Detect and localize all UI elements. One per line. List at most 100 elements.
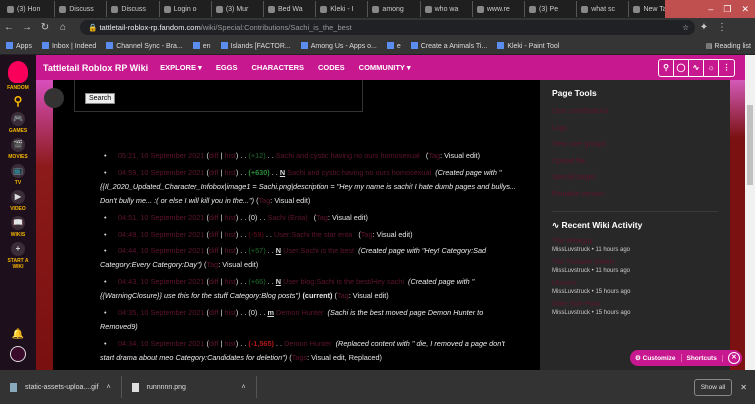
browser-tab[interactable]: (3) Hon [3, 1, 56, 17]
hist-link[interactable]: hist [224, 308, 235, 317]
search-icon[interactable]: ⚲ [659, 59, 674, 76]
timestamp-link[interactable]: 04:59, 10 September 2021 [118, 168, 204, 177]
hist-link[interactable]: hist [224, 213, 235, 222]
menu-icon[interactable]: ⋮ [713, 22, 731, 33]
home-icon[interactable]: ⌂ [54, 22, 72, 33]
shortcuts-button[interactable]: Shortcuts [682, 354, 723, 362]
page-tool-link[interactable]: Logs [552, 121, 718, 138]
bookmark[interactable]: Islands [FACTOR... [220, 41, 291, 50]
page-link[interactable]: Sachi (Enta) [267, 213, 307, 222]
page-link[interactable]: Sachi and cystic having no ours homosexu… [276, 151, 420, 160]
rail-item[interactable]: ▶ VIDEO [3, 190, 33, 212]
close-window-icon[interactable]: ✕ [741, 4, 749, 15]
scrollbar-thumb[interactable] [747, 105, 753, 185]
hist-link[interactable]: hist [224, 230, 235, 239]
page-link[interactable]: User blog:Sachi is the best/Hey sachi [283, 277, 404, 286]
hist-link[interactable]: hist [224, 277, 235, 286]
diff-link[interactable]: diff [209, 246, 219, 255]
customize-button[interactable]: ⚙ Customize [630, 354, 682, 362]
summary-link[interactable]: Demon Hunter [428, 308, 475, 317]
tag-link[interactable]: Tag [206, 260, 218, 269]
download-item[interactable]: static-assets-uploa....gif ˄ [0, 376, 122, 398]
bookmark[interactable]: Create a Animals Ti... [410, 41, 487, 50]
tag-link[interactable]: Tag [428, 151, 440, 160]
bookmark[interactable]: e [386, 41, 401, 50]
tag-link[interactable]: Tag [337, 291, 349, 300]
tag-link[interactable]: Tag [259, 196, 271, 205]
header-nav-item[interactable]: EXPLORE ▾ [160, 63, 202, 72]
browser-tab[interactable]: who wa [421, 1, 473, 17]
bookmark[interactable]: Among Us - Apps o... [300, 41, 377, 50]
activity-icon[interactable]: ∿ [689, 59, 704, 76]
reading-list[interactable]: ▤ Reading list [706, 42, 751, 50]
header-nav-item[interactable]: CODES [318, 63, 345, 72]
rail-item[interactable]: 🎬 MOVIES [3, 138, 33, 160]
browser-tab[interactable]: Kleki - I [316, 1, 369, 17]
page-tool-link[interactable]: View user groups [552, 137, 718, 154]
theme-toggle-icon[interactable]: ☼ [704, 59, 719, 76]
page-tool-link[interactable]: Special pages [552, 170, 718, 187]
browser-tab[interactable]: among [368, 1, 421, 17]
reload-icon[interactable]: ↻ [36, 22, 54, 33]
activity-page-link[interactable]: The Trickster (Otter) [552, 258, 718, 268]
header-nav-item[interactable]: COMMUNITY ▾ [359, 63, 411, 72]
bookmark[interactable]: en [192, 41, 211, 50]
diff-link[interactable]: diff [209, 168, 219, 177]
summary-link[interactable]: Category:Candidates for deletion [175, 353, 282, 362]
page-link[interactable]: Sachi and cystic having no ours homosexu… [287, 168, 431, 177]
browser-tab[interactable]: what sc [577, 1, 630, 17]
summary-link[interactable]: Category:Blog posts [230, 291, 296, 300]
tag-link[interactable]: Tags [292, 353, 307, 362]
notifications-bell-icon[interactable]: 🔔 [12, 329, 24, 340]
page-link[interactable]: User:Sachi is the best [283, 246, 354, 255]
close-icon[interactable]: ✕ [728, 352, 740, 364]
chevron-up-icon[interactable]: ˄ [242, 384, 246, 391]
browser-tab[interactable]: Bed Wa [264, 1, 317, 17]
activity-page-link[interactable]: Otter Skin Pack [552, 300, 718, 310]
maximize-icon[interactable]: ❐ [723, 4, 731, 15]
header-nav-item[interactable]: CHARACTERS [252, 63, 305, 72]
timestamp-link[interactable]: 04:44, 10 September 2021 [118, 246, 204, 255]
timestamp-link[interactable]: 04:34, 10 September 2021 [118, 339, 204, 348]
timestamp-link[interactable]: 04:49, 10 September 2021 [118, 230, 204, 239]
browser-tab[interactable]: (3) Mur [212, 1, 265, 17]
tag-link[interactable]: Tag [316, 213, 328, 222]
summary-link[interactable]: Category:Sad [441, 246, 486, 255]
user-avatar[interactable] [10, 346, 26, 362]
timestamp-link[interactable]: 04:51, 10 September 2021 [118, 213, 204, 222]
rail-item[interactable]: 📖 WIKIS [3, 216, 33, 238]
url-field[interactable]: 🔒 tattletail-roblox-rp.fandom.com/wiki/S… [80, 20, 695, 35]
hist-link[interactable]: hist [224, 151, 235, 160]
scrollbar[interactable] [745, 55, 755, 370]
back-icon[interactable]: ← [0, 22, 18, 33]
hist-link[interactable]: hist [224, 246, 235, 255]
more-icon[interactable]: ⋮ [719, 60, 734, 76]
wiki-title[interactable]: Tattletail Roblox RP Wiki [43, 63, 148, 73]
timestamp-link[interactable]: 05:21, 10 September 2021 [118, 151, 204, 160]
extensions-icon[interactable]: ✦ [695, 22, 713, 33]
timestamp-link[interactable]: 04:35, 10 September 2021 [118, 308, 204, 317]
drag-handle-icon[interactable]: ⁘ [44, 88, 64, 108]
rail-item[interactable]: 📺 TV [3, 164, 33, 186]
rail-item[interactable]: 🎮 GAMES [3, 112, 33, 134]
browser-tab[interactable]: www.re [473, 1, 526, 17]
forward-icon[interactable]: → [18, 22, 36, 33]
browser-tab[interactable]: Login o [160, 1, 212, 17]
rail-item[interactable]: + START A WIKI [3, 242, 33, 270]
search-icon[interactable]: ⚲ [14, 94, 23, 108]
page-link[interactable]: Demon Hunter [284, 339, 331, 348]
diff-link[interactable]: diff [209, 213, 219, 222]
hist-link[interactable]: hist [224, 168, 235, 177]
summary-link[interactable]: Category:Every [100, 260, 150, 269]
diff-link[interactable]: diff [209, 277, 219, 286]
diff-link[interactable]: diff [209, 339, 219, 348]
page-tool-link[interactable]: User contributions [552, 104, 718, 121]
minimize-icon[interactable]: – [708, 4, 713, 14]
page-link[interactable]: Demon Hunter [276, 308, 323, 317]
diff-link[interactable]: diff [209, 151, 219, 160]
activity-page-link[interactable]: Unicorn [552, 279, 718, 289]
bookmark[interactable]: Channel Sync - Bra... [106, 41, 183, 50]
browser-tab[interactable]: Discuss [107, 1, 160, 17]
page-tool-link[interactable]: Upload file [552, 154, 718, 171]
summary-link[interactable]: Category:Day [152, 260, 197, 269]
